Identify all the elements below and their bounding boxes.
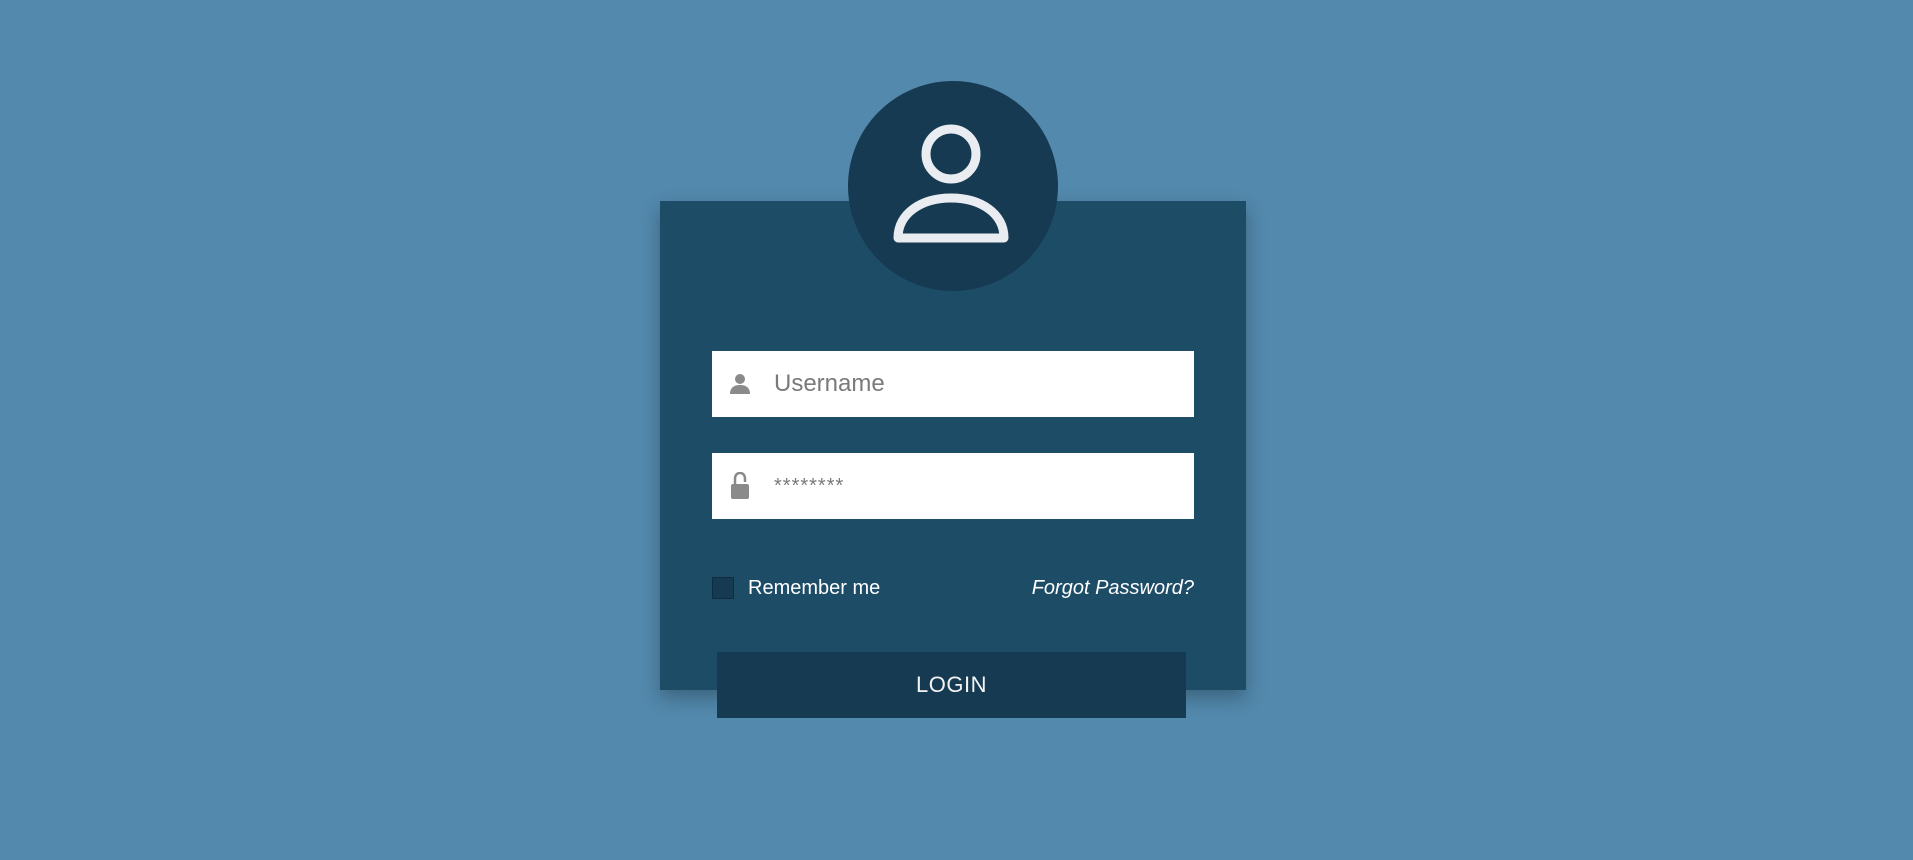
lock-icon <box>726 472 754 500</box>
forgot-password-link[interactable]: Forgot Password? <box>1032 577 1194 600</box>
password-input[interactable] <box>774 453 1194 519</box>
person-icon <box>726 370 754 398</box>
avatar <box>848 81 1058 291</box>
login-button[interactable]: LOGIN <box>717 652 1186 718</box>
options-row: Remember me Forgot Password? <box>712 575 1194 601</box>
password-field <box>712 453 1194 519</box>
username-field <box>712 351 1194 417</box>
remember-checkbox[interactable] <box>712 577 734 599</box>
remember-label: Remember me <box>748 576 881 599</box>
username-input[interactable] <box>774 351 1194 417</box>
remember-me[interactable]: Remember me <box>712 577 880 600</box>
user-outline-icon <box>893 124 1009 243</box>
login-page: Remember me Forgot Password? LOGIN <box>0 0 1913 860</box>
